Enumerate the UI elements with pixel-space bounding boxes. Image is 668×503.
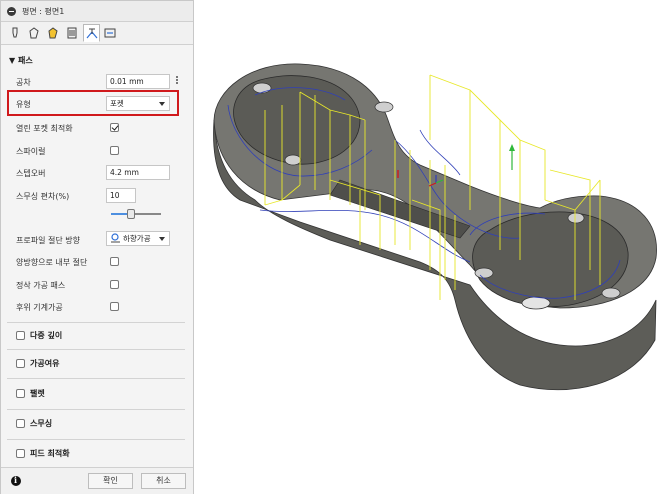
stepover-input[interactable]: 4.2 mm — [106, 165, 170, 180]
type-select-value: 포켓 — [110, 99, 124, 108]
tab-shape[interactable] — [26, 25, 43, 41]
group-checkbox[interactable] — [16, 331, 25, 340]
group-feed-optimization[interactable]: 피드 최적화 — [1, 442, 193, 466]
group-label: 가공여유 — [30, 359, 60, 368]
divider — [7, 378, 185, 379]
chevron-down-icon — [159, 237, 165, 241]
profile-cut-select[interactable]: 하향가공 — [106, 231, 170, 246]
tab-heights[interactable] — [64, 25, 81, 41]
profile-cut-value: 하향가공 — [123, 234, 151, 243]
smoothing-slider[interactable] — [111, 209, 161, 219]
stepover-label: 스텝오버 — [16, 169, 46, 178]
tolerance-label: 공차 — [16, 78, 31, 87]
type-select[interactable]: 포켓 — [106, 96, 170, 111]
group-stock-to-leave[interactable]: 가공여유 — [1, 352, 193, 376]
divider — [7, 409, 185, 410]
info-icon[interactable] — [11, 475, 21, 486]
rest-machining-label: 후위 기계가공 — [16, 303, 63, 312]
group-label: 팰렛 — [30, 389, 45, 398]
tolerance-input[interactable]: 0.01 mm — [106, 74, 170, 89]
cancel-button[interactable]: 취소 — [141, 473, 186, 489]
group-smoothing[interactable]: 스무싱 — [1, 412, 193, 436]
divider — [7, 439, 185, 440]
group-multiple-depths[interactable]: 다중 깊이 — [1, 324, 193, 348]
passes-section-header[interactable]: ▼ 패스 — [9, 55, 33, 66]
group-checkbox[interactable] — [16, 449, 25, 458]
open-pocket-label: 열린 포켓 최적화 — [16, 124, 73, 133]
spiral-label: 스파이럴 — [16, 147, 46, 156]
passes-section-title: 패스 — [17, 56, 33, 65]
group-checkbox[interactable] — [16, 389, 25, 398]
finish-pass-label: 정삭 가공 패스 — [16, 281, 66, 290]
group-pallet[interactable]: 팰렛 — [1, 382, 193, 406]
chevron-down-icon — [159, 102, 165, 106]
tab-tool[interactable] — [7, 25, 24, 41]
dialog-footer: 확인 취소 — [1, 467, 193, 494]
type-label: 유형 — [16, 100, 31, 109]
climb-milling-icon — [111, 233, 120, 243]
divider — [7, 322, 185, 323]
group-label: 다중 깊이 — [30, 331, 63, 340]
heights-icon — [67, 27, 77, 39]
finish-pass-checkbox[interactable] — [110, 280, 119, 289]
open-pocket-checkbox[interactable] — [110, 123, 119, 132]
toolpath-dialog: 평면 : 평면1 ▼ 패스 공차 0.01 mm 유형 포켓 열린 포켓 최적화… — [0, 0, 194, 494]
both-ways-checkbox[interactable] — [110, 257, 119, 266]
tab-passes[interactable] — [83, 24, 100, 42]
tab-linking[interactable] — [102, 25, 119, 41]
group-checkbox[interactable] — [16, 359, 25, 368]
3d-viewport[interactable] — [196, 0, 668, 501]
geometry-icon — [48, 27, 58, 39]
tool-icon — [12, 27, 18, 38]
slider-handle[interactable] — [127, 209, 135, 219]
smoothing-label: 스무싱 편차(%) — [16, 192, 70, 201]
tab-geometry[interactable] — [45, 25, 62, 41]
group-label: 피드 최적화 — [30, 449, 70, 458]
chevron-down-icon: ▼ — [9, 56, 16, 65]
dialog-tabs — [1, 22, 193, 45]
green-arrow-icon — [509, 144, 515, 170]
smoothing-input[interactable]: 10 — [106, 188, 136, 203]
passes-icon — [86, 28, 98, 39]
ok-button[interactable]: 확인 — [88, 473, 133, 489]
collapse-icon[interactable] — [7, 6, 16, 16]
divider — [7, 349, 185, 350]
shape-icon — [29, 27, 39, 39]
group-checkbox[interactable] — [16, 419, 25, 428]
part-model — [213, 63, 657, 391]
slider-track — [131, 213, 161, 215]
more-options-icon[interactable] — [176, 76, 179, 86]
dialog-titlebar: 평면 : 평면1 — [1, 1, 193, 22]
rest-machining-checkbox[interactable] — [110, 302, 119, 311]
profile-cut-label: 프로파일 절단 방향 — [16, 236, 80, 245]
both-ways-label: 양방향으로 내부 절단 — [16, 258, 88, 267]
dialog-title: 평면 : 평면1 — [22, 6, 65, 16]
spiral-checkbox[interactable] — [110, 146, 119, 155]
linking-icon — [104, 28, 116, 38]
group-label: 스무싱 — [30, 419, 53, 428]
